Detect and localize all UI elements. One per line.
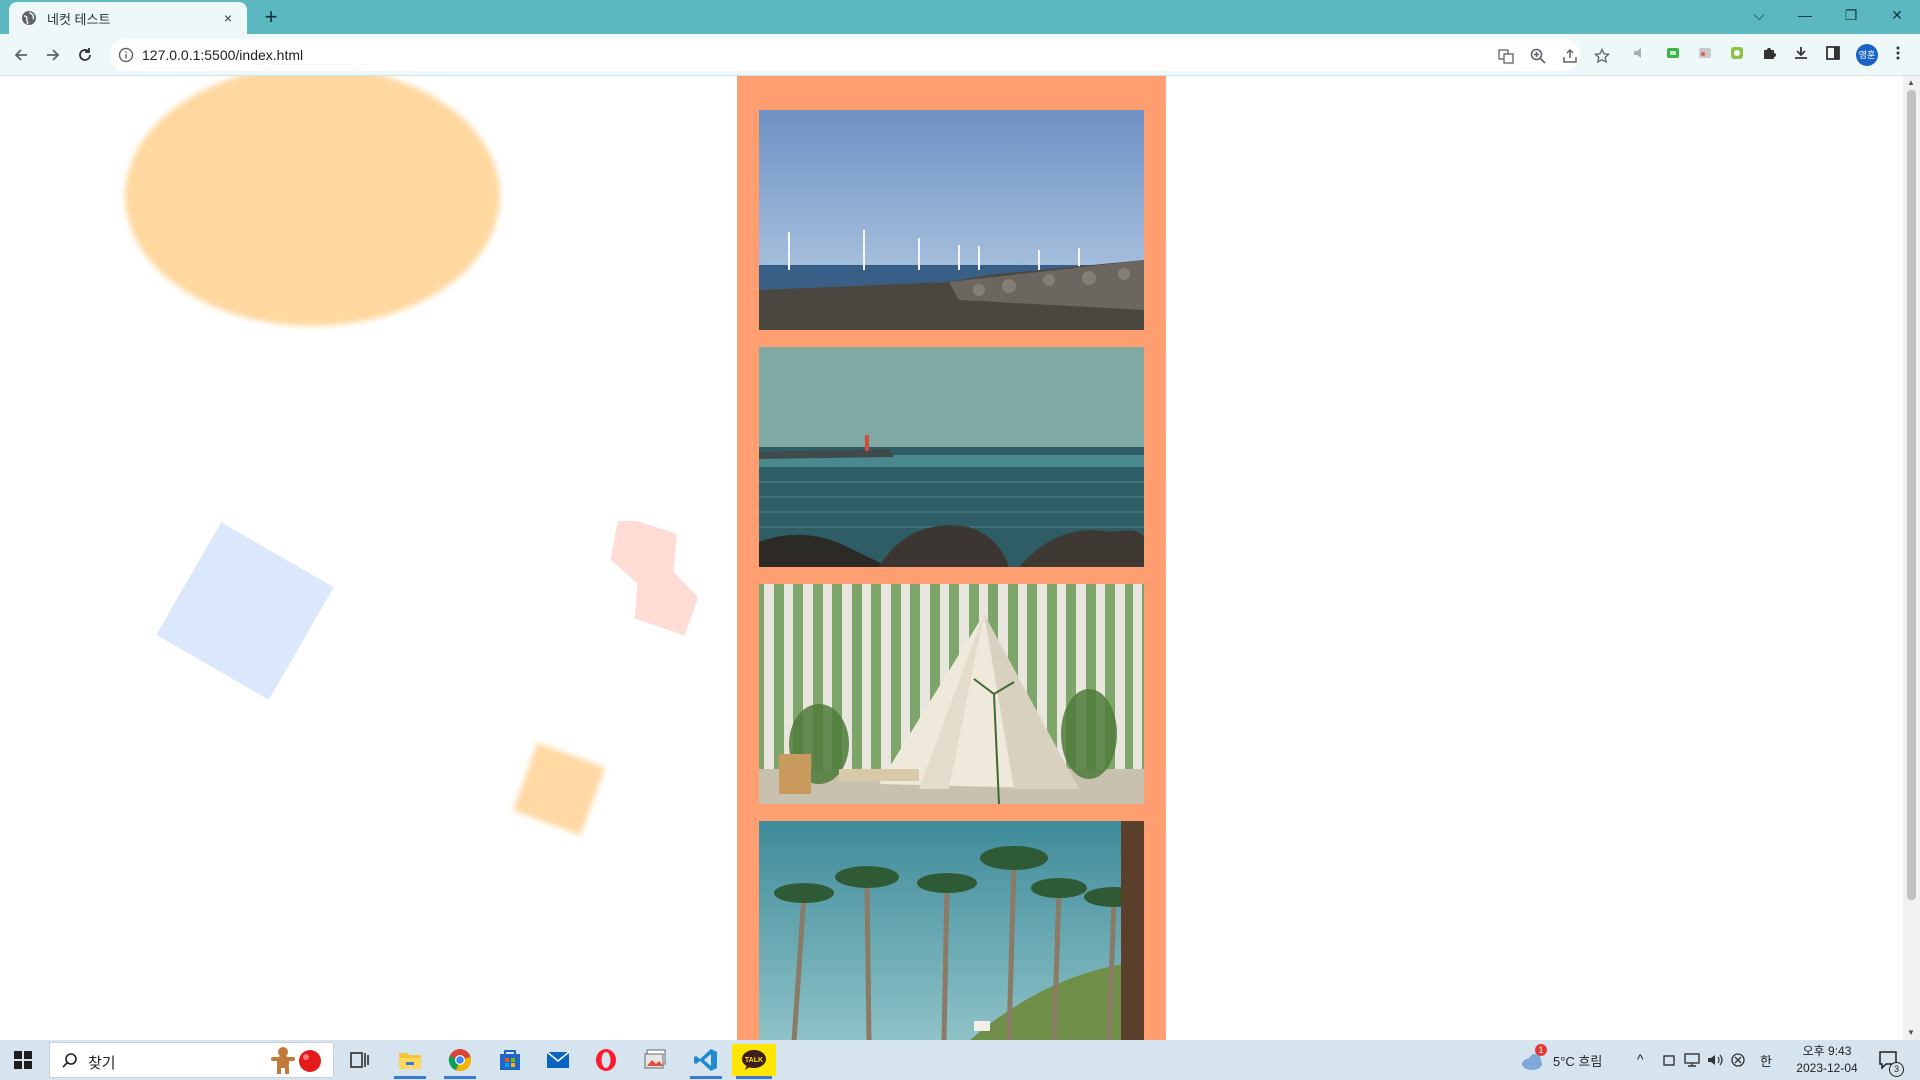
task-view-icon — [350, 1052, 369, 1068]
task-view-button[interactable] — [340, 1044, 380, 1076]
windows-logo-icon — [14, 1051, 32, 1069]
arrow-left-icon — [14, 49, 27, 61]
search-icon — [62, 1053, 77, 1068]
file-explorer-button[interactable] — [390, 1044, 430, 1079]
decor-diamond — [156, 522, 334, 700]
profile-avatar[interactable]: 영훈 — [1856, 44, 1878, 66]
mail-icon — [546, 1051, 570, 1068]
info-icon[interactable] — [118, 47, 134, 63]
photo-strip — [737, 76, 1166, 1040]
green-extension-icon[interactable] — [1663, 45, 1683, 65]
search-placeholder: 찾기 — [88, 1055, 116, 1072]
ime-indicator[interactable]: 한 — [1760, 1051, 1772, 1070]
photo-windmills — [759, 110, 1144, 330]
chrome-icon — [448, 1049, 471, 1072]
restore-button[interactable]: ❐ — [1828, 0, 1874, 34]
photo-palms — [759, 821, 1144, 1040]
page-viewport: ▲ ▼ — [0, 76, 1920, 1040]
taskbar-search[interactable]: 찾기 — [49, 1042, 334, 1078]
download-icon[interactable] — [1791, 45, 1811, 65]
tray-chevron-icon[interactable]: ^ — [1637, 1051, 1644, 1067]
store-button[interactable] — [490, 1044, 530, 1076]
back-button[interactable] — [6, 40, 36, 70]
opera-button[interactable] — [586, 1044, 626, 1076]
new-tab-button[interactable]: + — [258, 4, 284, 30]
kakaotalk-icon: TALK — [742, 1050, 766, 1070]
address-bar[interactable]: 127.0.0.1:5500/index.html — [110, 39, 1611, 71]
browser-toolbar: 127.0.0.1:5500/index.html 영훈 — [0, 34, 1920, 76]
lime-extension-icon[interactable] — [1727, 45, 1747, 65]
scroll-up-icon[interactable]: ▲ — [1907, 78, 1915, 87]
notification-count: 3 — [1889, 1062, 1904, 1077]
clock-time: 오후 9:43 — [1802, 1044, 1852, 1058]
weather-text[interactable]: 5°C 흐림 — [1553, 1051, 1602, 1070]
vscode-button[interactable] — [686, 1044, 726, 1079]
forward-button[interactable] — [38, 40, 68, 70]
blocked-icon[interactable] — [1731, 1053, 1745, 1067]
ornament-icon — [299, 1050, 321, 1072]
weather-badge: 1 — [1535, 1044, 1547, 1056]
more-menu-icon[interactable] — [1888, 45, 1908, 65]
browser-titlebar: 네컷 테스트 × + ⌵ — ❐ ✕ — [0, 0, 1920, 34]
mail-button[interactable] — [538, 1044, 578, 1076]
gingerbread-icon — [271, 1047, 295, 1074]
page-scrollbar[interactable]: ▲ ▼ — [1903, 76, 1920, 1040]
url-text[interactable]: 127.0.0.1:5500/index.html — [142, 47, 303, 63]
tab-title: 네컷 테스트 — [47, 11, 111, 27]
store-icon — [500, 1050, 520, 1070]
tab-close-icon[interactable]: × — [219, 10, 237, 26]
chrome-button[interactable] — [440, 1044, 480, 1079]
minimize-button[interactable]: — — [1782, 0, 1828, 34]
globe-icon — [22, 11, 36, 25]
photo-sea — [759, 347, 1144, 567]
decor-circle — [125, 76, 500, 326]
decor-zigzag — [610, 521, 699, 636]
reload-icon — [79, 48, 91, 61]
zoom-icon[interactable] — [1527, 45, 1549, 67]
side-panel-icon[interactable] — [1823, 45, 1843, 65]
kakaotalk-button[interactable]: TALK — [732, 1044, 776, 1079]
clock-date: 2023-12-04 — [1796, 1061, 1858, 1075]
browser-tab[interactable]: 네컷 테스트 × — [9, 2, 247, 34]
svg-text:TALK: TALK — [745, 1057, 763, 1064]
vscode-icon — [694, 1049, 717, 1071]
arrow-right-icon — [47, 49, 60, 61]
opera-icon — [596, 1049, 616, 1071]
speaker-extension-icon[interactable] — [1630, 45, 1650, 65]
photos-icon — [644, 1049, 666, 1069]
photo-tent — [759, 584, 1144, 804]
network-icon[interactable] — [1684, 1053, 1700, 1067]
decor-square — [512, 742, 606, 836]
scroll-thumb[interactable] — [1907, 90, 1916, 900]
taskbar-clock[interactable]: 오후 9:43 2023-12-04 — [1792, 1043, 1862, 1077]
volume-icon[interactable] — [1707, 1053, 1723, 1067]
translate-icon[interactable] — [1495, 45, 1517, 67]
photos-button[interactable] — [636, 1044, 676, 1076]
close-window-button[interactable]: ✕ — [1874, 0, 1920, 34]
meet-now-icon[interactable] — [1662, 1053, 1676, 1067]
puzzle-icon[interactable] — [1759, 45, 1779, 65]
scroll-down-icon[interactable]: ▼ — [1907, 1028, 1915, 1037]
start-button[interactable] — [0, 1040, 46, 1080]
windows-taskbar: 찾기 TALK 1 5°C 흐림 ^ 한 오후 9:43 2023-12-04 … — [0, 1040, 1920, 1080]
reload-button[interactable] — [70, 40, 100, 70]
bookmark-star-icon[interactable] — [1591, 45, 1613, 67]
tab-search-button[interactable]: ⌵ — [1736, 0, 1782, 34]
cast-extension-icon[interactable] — [1695, 45, 1715, 65]
share-icon[interactable] — [1559, 45, 1581, 67]
folder-icon — [399, 1053, 421, 1069]
